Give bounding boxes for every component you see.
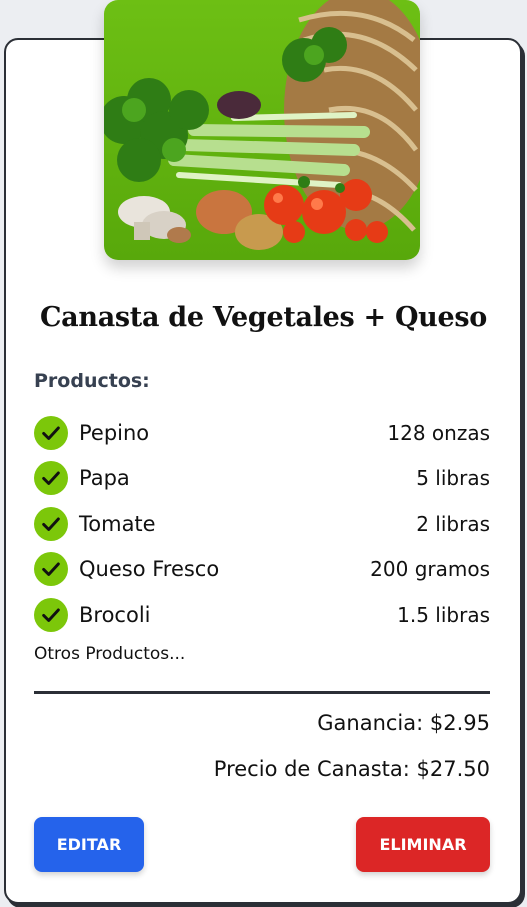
delete-button[interactable]: ELIMINAR [356,817,490,872]
other-products-text: Otros Productos... [34,644,186,664]
check-circle-icon [34,415,68,450]
check-circle-icon [34,552,68,587]
list-item: Pepino 128 onzas [34,410,490,456]
list-item: Tomate 2 libras [34,501,490,547]
divider [34,691,490,694]
list-item: Brocoli 1.5 libras [34,592,490,638]
product-quantity: 5 libras [416,466,490,491]
basket-price: Precio de Canasta: $27.50 [213,757,490,781]
product-quantity: 200 gramos [370,557,490,582]
edit-button[interactable]: EDITAR [34,817,144,872]
check-circle-icon [34,597,68,632]
product-quantity: 128 onzas [387,420,490,445]
list-item: Papa 5 libras [34,456,490,502]
product-quantity: 2 libras [416,511,490,536]
product-name: Queso Fresco [79,557,220,582]
list-item: Queso Fresco 200 gramos [34,547,490,593]
products-heading: Productos: [34,370,150,392]
product-quantity: 1.5 libras [397,602,490,627]
check-circle-icon [34,461,68,496]
product-name: Brocoli [79,602,151,627]
check-circle-icon [34,506,68,541]
product-name: Papa [79,466,130,491]
product-name: Tomate [79,511,156,536]
basket-image [104,0,420,260]
product-list: Pepino 128 onzas Papa 5 libras Tomate 2 … [34,410,490,638]
basket-title: Canasta de Vegetales + Queso [39,302,487,333]
earning-value: Ganancia: $2.95 [317,711,490,735]
product-name: Pepino [79,420,150,445]
